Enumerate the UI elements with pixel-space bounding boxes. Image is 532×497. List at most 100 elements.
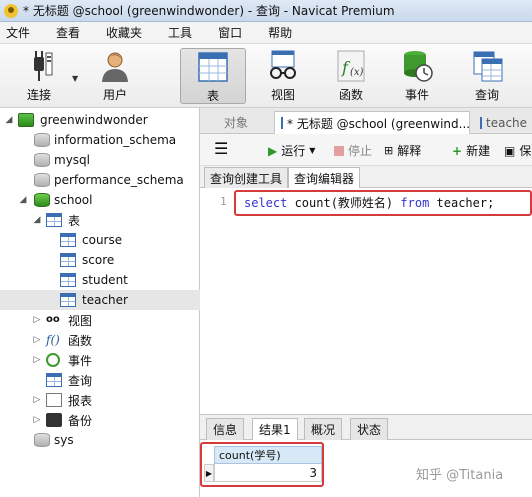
collapse-icon[interactable]: ◢ [18,195,28,205]
run-button[interactable]: ▶ 运行 ▼ [268,142,315,159]
tree-reports-folder[interactable]: ▷ 报表 [0,390,200,410]
save-label: 保 [519,144,532,158]
title-bar: * 无标题 @school (greenwindwonder) - 查询 - N… [0,0,532,22]
tree-table-label: student [82,273,128,287]
tree-db-mysql[interactable]: mysql [0,150,200,170]
tree-folder-label: 查询 [68,373,93,388]
tree-db-label: sys [54,433,74,447]
tab-objects-label: 对象 [224,116,249,130]
event-button[interactable]: 事件 [386,48,448,104]
tab-result1[interactable]: 结果1 [252,418,298,440]
tree-connection[interactable]: ◢ greenwindwonder [0,110,200,130]
collapse-icon[interactable]: ◢ [4,115,14,125]
view-glasses-icon: oo [46,314,60,325]
new-button[interactable]: + 新建 [452,142,490,159]
tab-result1-label: 结果1 [259,423,291,437]
tab-profile[interactable]: 概况 [304,418,343,440]
tree-folder-label: 表 [68,213,81,228]
view-label: 视图 [270,88,295,102]
tree-events-folder[interactable]: ▷ 事件 [0,350,200,370]
connect-dropdown-icon[interactable]: ▼ [72,74,78,83]
tree-folder-label: 报表 [68,393,93,408]
event-icon [46,353,60,367]
function-icon: f (x) [337,50,365,82]
sql-editor[interactable]: 1 select count(教师姓名) from teacher; [200,188,532,414]
svg-text:(x): (x) [350,67,364,78]
expand-icon[interactable]: ▷ [32,315,42,325]
save-icon: ▣ [504,143,516,158]
query-icon [46,373,62,387]
function-button[interactable]: f (x) 函数 [320,48,382,104]
collapse-icon[interactable]: ◢ [32,215,42,225]
expand-icon[interactable]: ▷ [32,395,42,405]
user-button[interactable]: 用户 [84,48,146,104]
new-icon: + [452,143,463,158]
tree-queries-folder[interactable]: 查询 [0,370,200,390]
tab-status-label: 状态 [357,423,382,437]
tree-connection-label: greenwindwonder [40,113,148,127]
tree-table-student[interactable]: student [0,270,200,290]
database-icon [34,433,50,447]
tab-status[interactable]: 状态 [350,418,389,440]
tab-info[interactable]: 信息 [206,418,245,440]
tree-backups-folder[interactable]: ▷ 备份 [0,410,200,430]
tree-folder-label: 函数 [68,333,93,348]
tree-table-course[interactable]: course [0,230,200,250]
menu-view[interactable]: 查看 [56,24,80,41]
view-glasses-icon [270,50,296,79]
table-folder-icon [46,213,62,227]
query-icon [473,51,503,82]
table-button[interactable]: 表 [180,48,246,104]
result-highlight-annotation [200,442,324,487]
query-button[interactable]: 查询 [456,48,518,104]
tree-tables-folder[interactable]: ◢ 表 [0,210,200,230]
table-icon [198,52,228,82]
report-icon [46,393,62,407]
table-label: 表 [206,89,219,103]
tree-db-school[interactable]: ◢ school [0,190,200,210]
expand-icon[interactable]: ▷ [32,355,42,365]
stop-label: 停止 [348,144,373,158]
menu-window[interactable]: 窗口 [218,24,242,41]
view-button[interactable]: 视图 [252,48,314,104]
tree-views-folder[interactable]: ▷ oo 视图 [0,310,200,330]
tab-profile-label: 概况 [311,423,336,437]
connection-tree: ◢ greenwindwonder information_schema mys… [0,108,200,497]
sql-highlight-annotation [234,190,532,216]
backup-icon [46,413,62,427]
tree-db-performance-schema[interactable]: performance_schema [0,170,200,190]
menu-favorites[interactable]: 收藏夹 [106,24,142,41]
expand-icon[interactable]: ▷ [32,335,42,345]
navicat-app-icon [4,3,18,18]
table-icon [60,253,76,267]
menu-tools[interactable]: 工具 [168,24,192,41]
tab-teacher[interactable]: teache [474,111,532,134]
tree-db-sys[interactable]: sys [0,430,200,450]
stop-button[interactable]: 停止 [334,142,372,159]
tree-table-score[interactable]: score [0,250,200,270]
explain-button[interactable]: ⊞ 解释 [384,142,421,159]
event-label: 事件 [404,88,429,102]
tab-query-builder[interactable]: 查询创建工具 [204,167,289,188]
menu-help[interactable]: 帮助 [268,24,292,41]
function-label: 函数 [338,88,363,102]
tree-folder-label: 视图 [68,313,93,328]
tab-query-editor[interactable]: 查询编辑器 [288,167,361,188]
expand-icon[interactable]: ▷ [32,415,42,425]
tab-info-label: 信息 [213,423,238,437]
menu-file[interactable]: 文件 [6,24,30,41]
save-button[interactable]: ▣ 保 [504,142,531,159]
tree-table-teacher[interactable]: teacher [0,290,200,310]
watermark: 知乎 @Titania [416,468,504,483]
tree-functions-folder[interactable]: ▷ f() 函数 [0,330,200,350]
tab-objects[interactable]: 对象 [218,111,274,134]
connect-button[interactable]: 连接 [8,48,70,104]
run-dropdown-icon[interactable]: ▼ [309,146,315,155]
tab-teacher-label: teache [486,115,528,130]
hamburger-menu-icon[interactable]: ☰ [214,139,228,158]
database-icon [34,193,50,207]
line-number: 1 [220,195,227,208]
explain-icon: ⊞ [384,144,394,157]
tree-db-information-schema[interactable]: information_schema [0,130,200,150]
tab-query[interactable]: * 无标题 @school (greenwind... [274,111,470,134]
